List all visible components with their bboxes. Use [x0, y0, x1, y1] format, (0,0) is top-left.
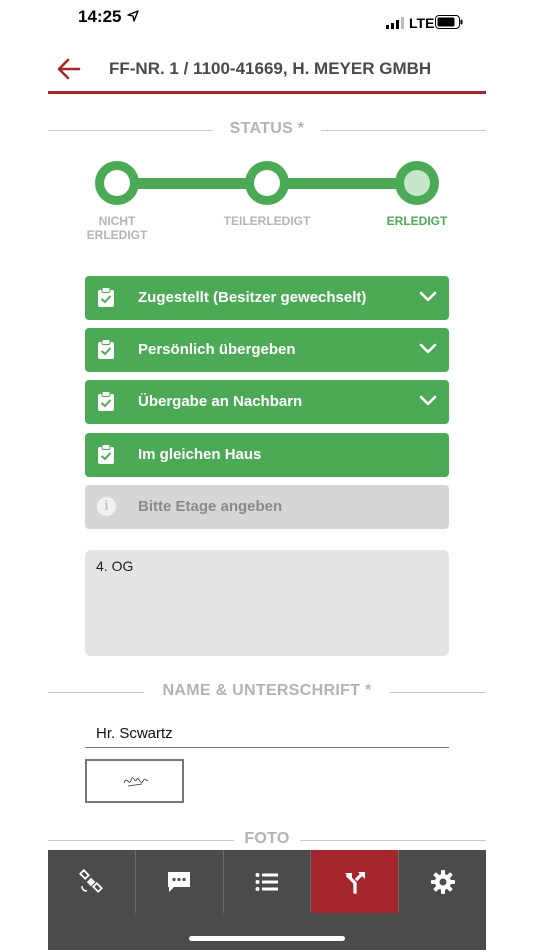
option-label: Im gleichen Haus [138, 446, 262, 463]
signal-icon [386, 17, 404, 29]
option-persoenlich-uebergeben[interactable]: Persönlich übergeben [85, 328, 449, 372]
option-label: Persönlich übergeben [138, 341, 296, 358]
back-arrow-icon[interactable] [57, 58, 81, 80]
nav-satellite[interactable] [48, 850, 135, 913]
option-zugestellt[interactable]: Zugestellt (Besitzer gewechselt) [85, 276, 449, 320]
hint-etage: i Bitte Etage angeben [85, 485, 449, 529]
nav-messages[interactable] [134, 850, 223, 913]
hint-label: Bitte Etage angeben [138, 498, 283, 515]
status-section-heading: STATUS * [48, 119, 486, 141]
name-section-title: NAME & UNTERSCHRIFT * [162, 682, 372, 699]
bottom-navigation [48, 850, 486, 913]
step-label-nicht-erledigt: NICHT ERLEDIGT [86, 214, 148, 242]
list-icon [255, 872, 278, 891]
step-erledigt[interactable] [395, 161, 439, 205]
status-stepper: NICHT ERLEDIGT TEILERLEDIGT ERLEDIGT [48, 158, 486, 248]
signature-box[interactable] [85, 759, 184, 803]
step-label-teilerledigt: TEILERLEDIGT [223, 214, 311, 228]
clipboard-check-icon [98, 391, 114, 411]
status-bar: 14:25 LTE [0, 0, 534, 44]
signature-scribble [123, 777, 149, 787]
status-time: 14:25 [78, 7, 122, 26]
page-title: FF-NR. 1 / 1100-41669, H. MEYER GMBH [109, 59, 432, 78]
chevron-down-icon[interactable] [419, 291, 437, 303]
step-teilerledigt[interactable] [245, 161, 289, 205]
step-nicht-erledigt[interactable] [95, 161, 139, 205]
option-im-gleichen-haus[interactable]: Im gleichen Haus [85, 433, 449, 477]
status-section-title: STATUS * [229, 120, 305, 137]
foto-section-title: FOTO [244, 830, 290, 847]
option-label: Zugestellt (Besitzer gewechselt) [138, 289, 367, 306]
nav-settings[interactable] [398, 850, 486, 913]
chat-icon [168, 871, 191, 892]
floor-notes-textarea[interactable]: 4. OG [85, 550, 449, 656]
chevron-down-icon[interactable] [419, 395, 437, 407]
route-icon [344, 871, 365, 894]
home-indicator-area [48, 913, 486, 950]
location-arrow-icon [127, 10, 139, 22]
satellite-icon [79, 868, 104, 893]
home-indicator[interactable] [189, 936, 345, 941]
clipboard-check-icon [98, 287, 114, 307]
clipboard-check-icon [98, 444, 114, 464]
battery-icon [435, 15, 463, 29]
option-label: Übergabe an Nachbarn [138, 393, 303, 410]
name-section-heading: NAME & UNTERSCHRIFT * [48, 681, 486, 703]
nav-route[interactable] [310, 850, 399, 913]
nav-list[interactable] [222, 850, 311, 913]
gear-icon [430, 869, 455, 894]
foto-section-heading: FOTO [48, 829, 486, 851]
clipboard-check-icon [98, 339, 114, 359]
option-uebergabe-nachbarn[interactable]: Übergabe an Nachbarn [85, 380, 449, 424]
name-input[interactable]: Hr. Scwartz [85, 722, 449, 748]
chevron-down-icon[interactable] [419, 343, 437, 355]
network-type: LTE [409, 15, 435, 31]
info-icon: i [97, 497, 116, 516]
step-label-erledigt: ERLEDIGT [386, 214, 448, 228]
app-header: FF-NR. 1 / 1100-41669, H. MEYER GMBH [48, 48, 486, 94]
